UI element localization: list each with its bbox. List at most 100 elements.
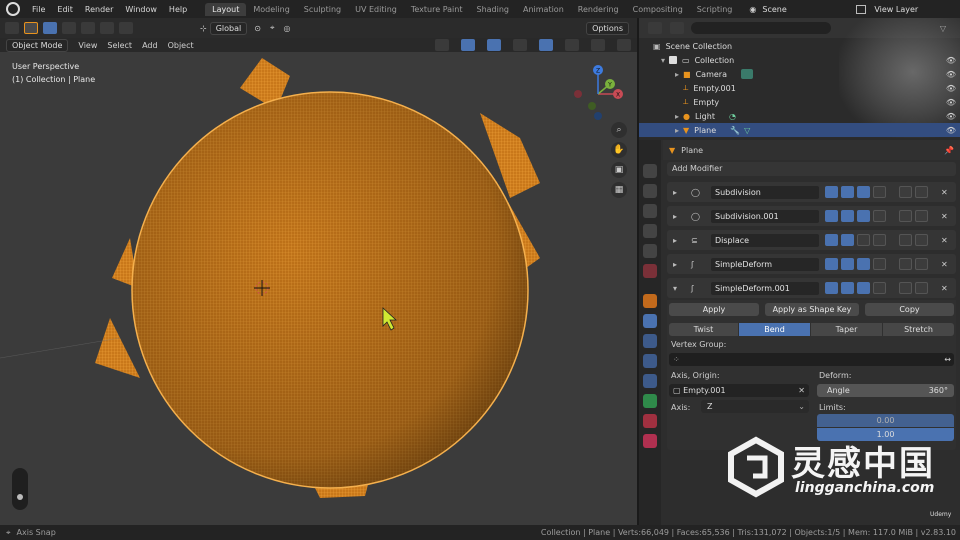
viewport-display-icon[interactable] bbox=[841, 210, 854, 222]
displaced-sphere-mesh[interactable] bbox=[95, 58, 540, 498]
outliner-item-collection[interactable]: ▾ ▭ Collection 👁 bbox=[639, 53, 960, 67]
output-tab-icon[interactable] bbox=[643, 204, 657, 218]
cage-icon[interactable] bbox=[873, 234, 886, 246]
apply-as-shape-key-button[interactable]: Apply as Shape Key bbox=[765, 303, 859, 316]
tab-sculpting[interactable]: Sculpting bbox=[297, 3, 348, 16]
edit-mode-icon[interactable] bbox=[825, 186, 838, 198]
camera-view-icon[interactable]: ▣ bbox=[611, 162, 627, 178]
world-tab-icon[interactable] bbox=[643, 264, 657, 278]
eye-icon[interactable]: 👁 bbox=[946, 56, 956, 65]
eye-icon[interactable]: 👁 bbox=[946, 112, 956, 121]
viewport-display-icon[interactable] bbox=[841, 234, 854, 246]
expand-icon[interactable]: ▸ bbox=[673, 236, 677, 245]
proportional-edit-icon[interactable]: ◎ bbox=[283, 24, 290, 33]
render-icon[interactable] bbox=[857, 282, 870, 294]
modifier-subdivision[interactable]: ▸ ◯ Subdivision ✕ bbox=[667, 182, 956, 202]
pin-icon[interactable]: 📌 bbox=[944, 146, 954, 155]
transform-orientation-select[interactable]: Global bbox=[209, 21, 248, 35]
menu-view[interactable]: View bbox=[78, 41, 97, 50]
pivot-point-icon[interactable]: ⊙ bbox=[254, 24, 261, 33]
select-extend-icon[interactable] bbox=[62, 22, 76, 34]
particles-tab-icon[interactable] bbox=[643, 334, 657, 348]
move-up-icon[interactable] bbox=[899, 282, 912, 294]
editor-type-icon[interactable] bbox=[5, 22, 19, 34]
invert-vertex-group-icon[interactable]: ↔ bbox=[944, 353, 951, 366]
tab-rendering[interactable]: Rendering bbox=[571, 3, 626, 16]
eye-icon[interactable]: 👁 bbox=[946, 84, 956, 93]
tab-animation[interactable]: Animation bbox=[516, 3, 571, 16]
shading-solid-icon[interactable] bbox=[565, 39, 579, 51]
menu-render[interactable]: Render bbox=[79, 5, 119, 14]
deform-bend-option[interactable]: Bend bbox=[739, 323, 810, 336]
menu-file[interactable]: File bbox=[26, 5, 51, 14]
collapse-icon[interactable]: ▾ bbox=[673, 284, 677, 293]
deform-twist-option[interactable]: Twist bbox=[669, 323, 738, 336]
close-icon[interactable]: ✕ bbox=[941, 212, 948, 221]
close-icon[interactable]: ✕ bbox=[941, 260, 948, 269]
expand-icon[interactable]: ▸ bbox=[673, 188, 677, 197]
blender-logo-icon[interactable] bbox=[6, 2, 20, 16]
cage-icon[interactable] bbox=[873, 282, 886, 294]
data-tab-icon[interactable] bbox=[643, 394, 657, 408]
move-down-icon[interactable] bbox=[915, 186, 928, 198]
outliner-item-empty-001[interactable]: ⟂ Empty.001 👁 bbox=[639, 81, 960, 95]
tab-shading[interactable]: Shading bbox=[469, 3, 516, 16]
modifier-displace[interactable]: ▸ ⊆ Displace ✕ bbox=[667, 230, 956, 250]
edit-mode-icon[interactable] bbox=[825, 210, 838, 222]
axis-select[interactable]: Z ⌄ bbox=[701, 400, 809, 413]
cage-icon[interactable] bbox=[873, 186, 886, 198]
scene-icon[interactable]: ◉ bbox=[749, 5, 756, 14]
modifier-simpledeform-001[interactable]: ▾ ʃ SimpleDeform.001 ✕ bbox=[667, 278, 956, 298]
apply-button[interactable]: Apply bbox=[669, 303, 759, 316]
tab-scripting[interactable]: Scripting bbox=[690, 3, 740, 16]
view-layer-tab-icon[interactable] bbox=[643, 224, 657, 238]
render-icon[interactable] bbox=[857, 234, 870, 246]
texture-tab-icon[interactable] bbox=[643, 434, 657, 448]
close-icon[interactable]: ✕ bbox=[941, 188, 948, 197]
menu-add[interactable]: Add bbox=[142, 41, 158, 50]
overlay-toggle-icon[interactable] bbox=[487, 39, 501, 51]
tab-compositing[interactable]: Compositing bbox=[626, 3, 690, 16]
vertex-group-field[interactable]: ⁘ ↔ bbox=[669, 353, 954, 366]
move-down-icon[interactable] bbox=[915, 210, 928, 222]
view-layer-icon[interactable] bbox=[856, 4, 867, 14]
render-tab-icon[interactable] bbox=[643, 184, 657, 198]
outliner-item-plane[interactable]: ▸ ▼ Plane 🔧 ▽ 👁 bbox=[639, 123, 960, 137]
deform-taper-option[interactable]: Taper bbox=[811, 323, 882, 336]
expand-icon[interactable]: ▸ bbox=[673, 260, 677, 269]
shading-rendered-icon[interactable] bbox=[617, 39, 631, 51]
close-icon[interactable]: ✕ bbox=[941, 236, 948, 245]
move-up-icon[interactable] bbox=[899, 234, 912, 246]
viewport-display-icon[interactable] bbox=[841, 282, 854, 294]
object-mode-select[interactable]: Object Mode bbox=[6, 38, 69, 52]
zoom-icon[interactable]: ⌕ bbox=[611, 122, 627, 138]
outliner-editor-type-icon[interactable] bbox=[648, 22, 662, 34]
tool-tab-icon[interactable] bbox=[643, 164, 657, 178]
edit-mode-icon[interactable] bbox=[825, 234, 838, 246]
material-tab-icon[interactable] bbox=[643, 414, 657, 428]
modifier-name-field[interactable]: SimpleDeform.001 bbox=[711, 281, 819, 295]
move-up-icon[interactable] bbox=[899, 186, 912, 198]
camera-data-icon[interactable] bbox=[740, 69, 753, 79]
shading-material-icon[interactable] bbox=[591, 39, 605, 51]
transform-orientation-icon[interactable]: ⊹ bbox=[200, 24, 207, 33]
axis-origin-field[interactable]: ▢ Empty.001 ✕ bbox=[669, 384, 809, 397]
tab-modeling[interactable]: Modeling bbox=[246, 3, 296, 16]
tab-uv-editing[interactable]: UV Editing bbox=[348, 3, 404, 16]
tab-layout[interactable]: Layout bbox=[205, 2, 247, 16]
xray-toggle-icon[interactable] bbox=[513, 39, 527, 51]
select-subtract-icon[interactable] bbox=[81, 22, 95, 34]
select-tool-icon[interactable] bbox=[24, 22, 38, 34]
snap-icon[interactable]: ⌖ bbox=[270, 23, 275, 33]
render-icon[interactable] bbox=[857, 258, 870, 270]
tab-texture-paint[interactable]: Texture Paint bbox=[404, 3, 470, 16]
modifier-wrench-icon[interactable]: 🔧 bbox=[730, 126, 740, 135]
modifier-name-field[interactable]: Subdivision.001 bbox=[711, 209, 819, 223]
copy-button[interactable]: Copy bbox=[865, 303, 954, 316]
edit-mode-icon[interactable] bbox=[825, 258, 838, 270]
3d-viewport[interactable]: ⊹ Global ⊙ ⌖ ◎ Options Object Mode View … bbox=[0, 18, 637, 525]
viewport-display-icon[interactable] bbox=[841, 186, 854, 198]
select-intersect-icon[interactable] bbox=[119, 22, 133, 34]
timeline-handle[interactable] bbox=[12, 468, 28, 510]
view-object-types-icon[interactable] bbox=[435, 39, 449, 51]
